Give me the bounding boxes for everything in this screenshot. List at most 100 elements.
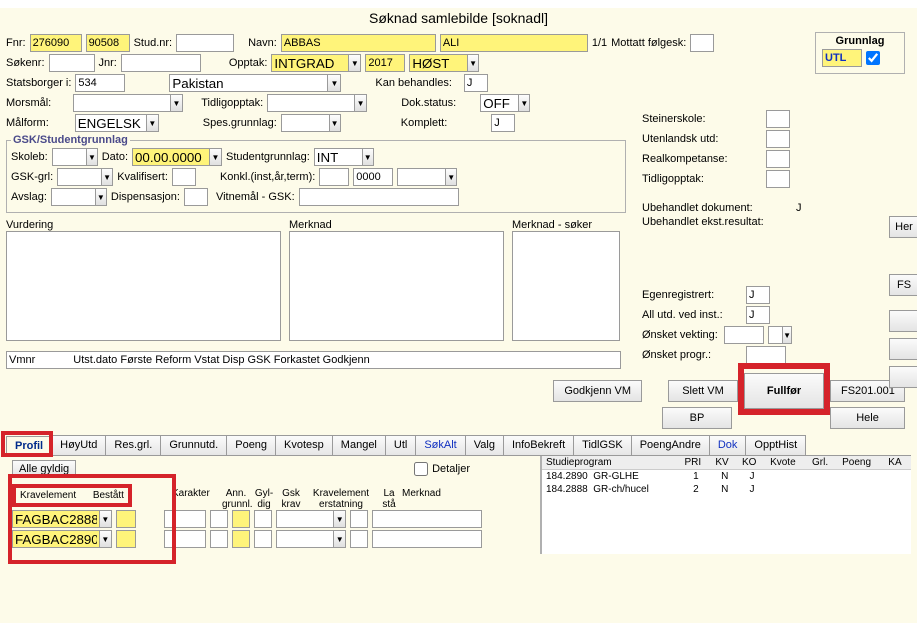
lasta-input[interactable] [350, 530, 368, 548]
vekting-input[interactable] [724, 326, 764, 344]
opptak-semester[interactable] [410, 55, 466, 71]
fnr-2[interactable] [86, 34, 130, 52]
kvalifisert-input[interactable] [172, 168, 196, 186]
chevron-down-icon[interactable]: ▼ [327, 75, 340, 91]
chevron-down-icon[interactable]: ▼ [209, 149, 221, 165]
statsborger-code[interactable] [75, 74, 125, 92]
utenlandskutd-input[interactable] [766, 130, 790, 148]
ann-input[interactable] [210, 530, 228, 548]
allutd-input[interactable] [746, 306, 770, 324]
progr-input[interactable] [746, 346, 786, 364]
allegyldig-button[interactable]: Alle gyldig [12, 460, 76, 478]
chevron-down-icon[interactable]: ▼ [782, 327, 791, 343]
jnr-input[interactable] [121, 54, 201, 72]
gyl-input[interactable] [232, 530, 250, 548]
merknadsoker-textarea[interactable] [512, 231, 620, 341]
navn-first[interactable] [440, 34, 588, 52]
fnr-1[interactable] [30, 34, 82, 52]
gsk-input[interactable] [254, 510, 272, 528]
chevron-down-icon[interactable]: ▼ [101, 169, 112, 185]
realkompetanse-input[interactable] [766, 150, 790, 168]
tab-valg[interactable]: Valg [465, 435, 504, 455]
detaljer-checkbox[interactable] [414, 462, 428, 476]
chevron-down-icon[interactable]: ▼ [99, 511, 111, 527]
grunnlag-code[interactable] [822, 49, 862, 67]
tab-infobekreft[interactable]: InfoBekreft [503, 435, 574, 455]
tab-poeng[interactable]: Poeng [226, 435, 276, 455]
chevron-down-icon[interactable]: ▼ [86, 149, 97, 165]
erstatning-select[interactable] [277, 531, 333, 547]
dato-select[interactable] [133, 149, 209, 165]
dokstatus-select[interactable] [481, 95, 518, 111]
tab-dok[interactable]: Dok [709, 435, 747, 455]
chevron-down-icon[interactable]: ▼ [99, 531, 111, 547]
malform-select[interactable] [76, 115, 146, 131]
chevron-down-icon[interactable]: ▼ [170, 95, 182, 111]
program-row[interactable]: 184.2888 GR-ch/hucel2NJ [542, 483, 911, 496]
studnr-input[interactable] [176, 34, 234, 52]
skoleb-select[interactable] [53, 149, 86, 165]
tab-mangel[interactable]: Mangel [332, 435, 386, 455]
bestatt-input[interactable] [116, 530, 136, 548]
egenregistrert-input[interactable] [746, 286, 770, 304]
tab-profil[interactable]: Profil [6, 436, 52, 456]
avslag-select[interactable] [52, 189, 95, 205]
bp-button[interactable]: BP [662, 407, 732, 429]
karakter-input[interactable] [164, 510, 206, 528]
tab-oppthist[interactable]: OpptHist [745, 435, 806, 455]
erstatning-select[interactable] [277, 511, 333, 527]
slettvm-button[interactable]: Slett VM [668, 380, 738, 402]
spesgrunnlag-select[interactable] [282, 115, 329, 131]
bestatt-input[interactable] [116, 510, 136, 528]
konkl-inst[interactable] [319, 168, 349, 186]
chevron-down-icon[interactable]: ▼ [348, 55, 360, 71]
program-row[interactable]: 184.2890 GR-GLHE1NJ [542, 470, 911, 484]
chevron-down-icon[interactable]: ▼ [467, 55, 479, 71]
merknad-textarea[interactable] [289, 231, 504, 341]
chevron-down-icon[interactable]: ▼ [445, 169, 456, 185]
fullfor-button[interactable]: Fullfør [744, 373, 824, 409]
tab-resgrl[interactable]: Res.grl. [105, 435, 161, 455]
steinerskole-input[interactable] [766, 110, 790, 128]
gsk-input[interactable] [254, 530, 272, 548]
konkl-term[interactable] [398, 169, 445, 185]
vurdering-textarea[interactable] [6, 231, 281, 341]
tab-kvotesp[interactable]: Kvotesp [275, 435, 333, 455]
grunnlag-checkbox[interactable] [866, 51, 880, 65]
mottatt-input[interactable] [690, 34, 714, 52]
opptak-select[interactable] [272, 55, 348, 71]
komplett-input[interactable] [491, 114, 515, 132]
tidligopptak-select[interactable] [268, 95, 354, 111]
vekting-unit[interactable] [769, 327, 782, 343]
kravelement-code[interactable] [13, 511, 99, 527]
chevron-down-icon[interactable]: ▼ [354, 95, 366, 111]
chevron-down-icon[interactable]: ▼ [95, 189, 106, 205]
studentgrunnlag-select[interactable] [315, 149, 362, 165]
tab-tidlgsk[interactable]: TidlGSK [573, 435, 632, 455]
statsborger-name[interactable] [170, 75, 327, 91]
dispensasjon-input[interactable] [184, 188, 208, 206]
sokenr-input[interactable] [49, 54, 95, 72]
chevron-down-icon[interactable]: ▼ [333, 531, 345, 547]
chevron-down-icon[interactable]: ▼ [333, 511, 345, 527]
merknad2-input[interactable] [372, 530, 482, 548]
fs-button[interactable]: FS [889, 274, 917, 296]
navn-last[interactable] [281, 34, 436, 52]
konkl-year[interactable] [353, 168, 393, 186]
gyl-input[interactable] [232, 510, 250, 528]
chevron-down-icon[interactable]: ▼ [362, 149, 373, 165]
karakter-input[interactable] [164, 530, 206, 548]
kanbehandles-input[interactable] [464, 74, 488, 92]
chevron-down-icon[interactable]: ▼ [146, 115, 158, 131]
chevron-down-icon[interactable]: ▼ [329, 115, 340, 131]
tab-skalt[interactable]: SøkAlt [415, 435, 465, 455]
godkjennvm-button[interactable]: Godkjenn VM [553, 380, 642, 402]
vitnemalgsk-input[interactable] [299, 188, 459, 206]
merknad2-input[interactable] [372, 510, 482, 528]
hele-button[interactable]: Hele [830, 407, 905, 429]
lasta-input[interactable] [350, 510, 368, 528]
kravelement-code[interactable] [13, 531, 99, 547]
gskgrl-select[interactable] [58, 169, 101, 185]
ann-input[interactable] [210, 510, 228, 528]
tidligopptak2-input[interactable] [766, 170, 790, 188]
